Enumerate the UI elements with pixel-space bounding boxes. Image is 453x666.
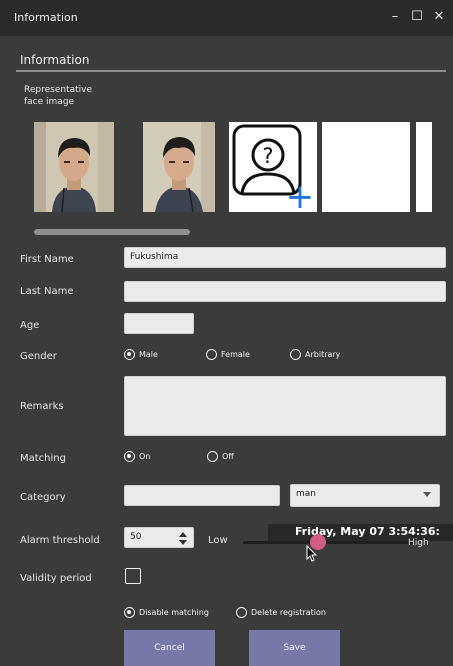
maximize-button[interactable]: ☐ <box>408 8 426 26</box>
face-image-label: Representative face image <box>24 85 93 107</box>
gender-label: Gender <box>20 351 57 362</box>
radio-unselected-icon <box>290 349 301 360</box>
category-dropdown-value: man <box>296 489 316 499</box>
threshold-low-label: Low <box>208 535 228 546</box>
spin-down-icon[interactable] <box>179 540 187 545</box>
radio-selected-icon <box>124 607 135 618</box>
disable-matching-radio[interactable]: Disable matching <box>124 607 209 618</box>
category-label: Category <box>20 492 66 503</box>
gender-option-label: Male <box>139 350 158 359</box>
minimize-button[interactable]: – <box>386 8 404 26</box>
category-dropdown[interactable]: man <box>290 484 440 507</box>
radio-selected-icon <box>124 451 135 462</box>
face-thumbnail-1[interactable] <box>34 122 114 212</box>
chevron-down-icon <box>423 492 431 497</box>
spin-up-icon[interactable] <box>179 532 187 537</box>
face-thumbnail-2[interactable] <box>143 122 215 212</box>
validity-option-label: Disable matching <box>139 608 209 617</box>
delete-registration-radio[interactable]: Delete registration <box>236 607 326 618</box>
alarm-threshold-slider[interactable] <box>243 541 416 544</box>
matching-option-label: Off <box>222 452 234 461</box>
remarks-textarea[interactable] <box>124 376 446 436</box>
matching-radio-on[interactable]: On <box>124 451 150 462</box>
validity-period-checkbox[interactable] <box>125 568 141 584</box>
age-input[interactable] <box>124 313 194 334</box>
person-photo-icon <box>34 122 114 212</box>
matching-label: Matching <box>20 453 66 464</box>
last-name-label: Last Name <box>20 286 74 297</box>
add-face-slot[interactable]: ? + <box>229 122 317 212</box>
alarm-threshold-stepper[interactable]: 50 <box>124 527 194 548</box>
first-name-input[interactable]: Fukushima <box>124 247 446 268</box>
radio-unselected-icon <box>206 349 217 360</box>
cancel-button[interactable]: Cancel <box>124 630 215 666</box>
radio-selected-icon <box>124 349 135 360</box>
gender-radio-arbitrary[interactable]: Arbitrary <box>290 349 340 360</box>
matching-radio-off[interactable]: Off <box>207 451 234 462</box>
last-name-input[interactable] <box>124 281 446 302</box>
validity-option-label: Delete registration <box>251 608 326 617</box>
person-photo-icon <box>143 122 215 212</box>
category-input[interactable] <box>124 485 280 506</box>
remarks-label: Remarks <box>20 401 64 412</box>
title-bar: Information – ☐ ✕ <box>0 0 453 36</box>
plus-glyph: + <box>286 177 315 212</box>
gender-radio-female[interactable]: Female <box>206 349 250 360</box>
alarm-threshold-label: Alarm threshold <box>20 535 100 546</box>
window-title: Information <box>14 11 78 24</box>
section-divider <box>16 70 446 72</box>
close-button[interactable]: ✕ <box>430 8 448 26</box>
thumbnail-scrollbar[interactable] <box>34 229 190 235</box>
mouse-cursor-icon <box>306 545 318 562</box>
gender-radio-male[interactable]: Male <box>124 349 158 360</box>
save-button[interactable]: Save <box>249 630 340 666</box>
section-title: Information <box>20 53 90 67</box>
question-mark-glyph: ? <box>262 144 273 168</box>
matching-option-label: On <box>139 452 151 461</box>
alarm-threshold-value: 50 <box>130 532 142 542</box>
gender-option-label: Female <box>221 350 250 359</box>
first-name-label: First Name <box>20 254 74 265</box>
empty-face-slot-partial[interactable] <box>416 122 432 212</box>
add-face-icon: ? + <box>232 124 315 212</box>
validity-period-label: Validity period <box>20 573 92 584</box>
age-label: Age <box>20 320 40 331</box>
threshold-high-label: High <box>408 538 429 548</box>
empty-face-slot[interactable] <box>322 122 410 212</box>
gender-option-label: Arbitrary <box>305 350 341 359</box>
radio-unselected-icon <box>207 451 218 462</box>
radio-unselected-icon <box>236 607 247 618</box>
